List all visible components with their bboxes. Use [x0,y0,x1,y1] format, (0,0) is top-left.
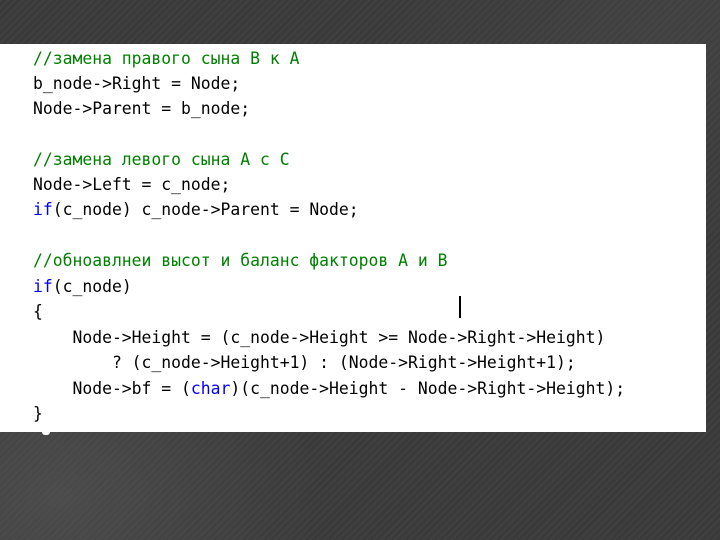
code-line-11: { [33,302,43,321]
code-line-1: //замена правого сына B к A [33,47,299,71]
keyword: char [190,379,231,398]
keyword: if [33,277,53,296]
comment: //замена левого сына A с C [33,150,290,169]
code-line-15: } [33,404,43,423]
code-editor-panel[interactable]: //замена правого сына B к A b_node->Righ… [0,44,706,432]
code-line-9: //обноавлнеи высот и баланс факторов A и… [33,249,447,273]
code-text: )(c_node->Height - Node->Right->Height); [230,379,626,398]
code-text: (c_node) [52,277,132,296]
code-line-10: if(c_node) [33,275,132,299]
code-line-13: ? (c_node->Height+1) : (Node->Right->Hei… [33,353,576,372]
code-line-3: Node->Parent = b_node; [33,99,251,118]
code-line-6: Node->Left = c_node; [33,175,231,194]
code-text: Node->bf = ( [33,379,191,398]
code-text: (c_node) c_node->Parent = Node; [52,200,359,219]
code-line-7: if(c_node) c_node->Parent = Node; [33,198,359,222]
code-line-14: Node->bf = (char)(c_node->Height - Node-… [33,377,625,401]
keyword: if [33,200,53,219]
code-line-12: Node->Height = (c_node->Height >= Node->… [33,328,606,347]
comment: //обноавлнеи высот и баланс факторов A и… [33,251,448,270]
comment: //замена правого сына B к A [33,49,300,68]
code-line-5: //замена левого сына A с C [33,148,290,172]
code-line-2: b_node->Right = Node; [33,74,241,93]
text-cursor [459,296,461,318]
